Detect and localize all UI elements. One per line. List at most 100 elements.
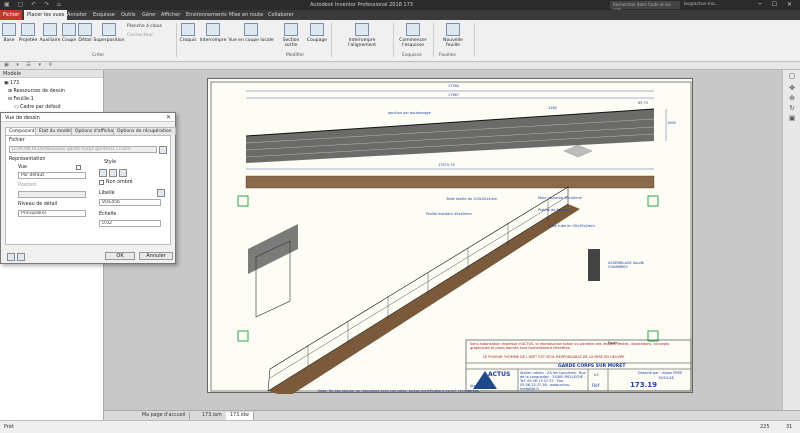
file-path-field[interactable]: D:\PLAN ACUS\Nouveau garde-corps gardes\… <box>9 146 157 153</box>
detail-view-icon <box>78 23 92 36</box>
look-at-icon[interactable]: ▣ <box>787 114 797 122</box>
company-address: Atelier urbain · ZA les Loncelets · Rue … <box>520 371 586 391</box>
annotation-text: Platine de fixation <box>538 208 570 212</box>
view-checkbox[interactable] <box>76 165 81 170</box>
break-alignment-icon <box>355 23 369 36</box>
poste-label: Poste : <box>608 341 620 345</box>
orbit-icon[interactable]: ↻ <box>787 104 797 112</box>
base-view-button[interactable]: Base <box>2 23 16 43</box>
annotation-text: Main courante 40x40mm <box>538 196 582 200</box>
search-input[interactable]: Rechercher dans l'aide et les com <box>610 1 680 12</box>
tab-options-recuperation[interactable]: Options de récupération <box>113 127 176 135</box>
break-button[interactable]: Interrompre <box>199 23 227 43</box>
tab-composant[interactable]: Composant <box>5 127 39 135</box>
tab-mise-en-route[interactable]: Mise en route <box>229 12 263 18</box>
annotation-text: jonction par boulonnage <box>388 111 431 115</box>
auxiliary-view-button[interactable]: Auxiliaire <box>39 23 61 43</box>
company-subtitle: Atelier métal <box>470 384 493 388</box>
dimension-text: 65,75 <box>638 101 649 105</box>
tab-gerer[interactable]: Gérer <box>142 12 156 18</box>
sketch-icon <box>181 23 195 36</box>
break-out-icon <box>244 23 258 36</box>
zoom-icon[interactable]: ⊕ <box>787 94 797 102</box>
window-controls[interactable]: ─ ☐ ✕ <box>758 1 796 8</box>
break-alignment-button[interactable]: Interrompre l'alignement <box>334 23 390 48</box>
group-modifier-label: Modifier <box>286 53 305 58</box>
tab-placer-vues[interactable]: Placer les vues <box>24 10 68 20</box>
document-tabs: Ma page d'accueil 173.iam 173.idw <box>104 410 800 420</box>
detail-view-button[interactable]: Détail <box>77 23 93 43</box>
tab-173-idw[interactable]: 173.idw <box>226 412 254 420</box>
sheet-format: A3 <box>594 373 599 377</box>
start-sketch-button[interactable]: Commencer l'esquisse <box>396 23 430 48</box>
browse-folder-icon[interactable] <box>159 146 167 154</box>
sketch-button[interactable]: Croquis <box>179 23 197 43</box>
new-sheet-button[interactable]: Nouvelle feuille <box>436 23 470 48</box>
detail-level-select[interactable]: Principal(e) <box>18 210 86 217</box>
ok-button[interactable]: OK <box>105 252 135 260</box>
tree-item-border[interactable]: ▭ Cadre par défaut <box>14 105 61 110</box>
group-feuilles-label: Feuilles <box>439 53 456 58</box>
dimension-text: 17667 <box>448 93 460 97</box>
panel-toolbar-icons[interactable]: ▣ ▾ ☰ ▾ ⚲ <box>4 62 55 68</box>
tree-label: Cadre par défaut <box>20 105 61 110</box>
tab-esquisse[interactable]: Esquisse <box>93 12 115 18</box>
dialog-title-text: Vue de dessin <box>5 115 40 121</box>
representation-label: Représentation <box>9 157 46 162</box>
view-select[interactable]: Par défaut <box>18 172 86 179</box>
tab-173-iam[interactable]: 173.iam <box>198 412 227 420</box>
tab-home[interactable]: Ma page d'accueil <box>138 412 191 420</box>
projected-view-button[interactable]: Projetée <box>18 23 38 43</box>
nailboard-button[interactable]: Planche à clous <box>127 24 162 29</box>
break-out-button[interactable]: Vue en coupe locale <box>227 23 275 43</box>
slice-button[interactable]: Section sortie <box>276 23 306 48</box>
crop-button[interactable]: Coupage <box>307 23 327 43</box>
close-icon[interactable]: ✕ <box>166 114 171 121</box>
tab-outils[interactable]: Outils <box>121 12 135 18</box>
tab-collaborer[interactable]: Collaborer <box>268 12 294 18</box>
quick-access-toolbar[interactable]: ▣ ▢ ↶ ↷ ⌂ <box>4 1 64 8</box>
non-shaded-checkbox[interactable] <box>99 180 104 185</box>
edit-label-icon[interactable] <box>157 189 165 197</box>
break-out-label: Vue en coupe locale <box>228 38 274 43</box>
overlay-view-button[interactable]: Superposition <box>93 23 125 43</box>
break-alignment-label: Interrompre l'alignement <box>348 38 376 48</box>
cancel-button[interactable]: Annuler <box>139 252 173 260</box>
disclaimer-text: LE POSEUR "HOMME DE L'ART" EST SEUL RESP… <box>483 355 625 359</box>
navigation-bar: ▢ ✥ ⊕ ↻ ▣ <box>782 70 800 410</box>
scale-select[interactable]: 0.02 <box>99 220 161 227</box>
tree-item-resources[interactable]: ⊞ Ressources de dessin <box>8 89 65 94</box>
options-icon[interactable] <box>17 253 25 261</box>
dialog-body: Fichier D:\PLAN ACUS\Nouveau garde-corps… <box>5 135 171 245</box>
position-select[interactable] <box>18 191 86 198</box>
annotation-text: Profile montant 40x40mm <box>426 212 472 216</box>
shaded-icon[interactable] <box>119 169 127 177</box>
tree-label: Ressources de dessin <box>13 89 65 94</box>
tree-item-root[interactable]: ▣ 173 <box>4 81 19 86</box>
crop-label: Coupage <box>307 38 327 43</box>
view-cube-icon[interactable]: ▢ <box>787 72 797 80</box>
new-sheet-label: Nouvelle feuille <box>443 38 463 48</box>
connector-button[interactable]: Connecteur <box>127 33 153 38</box>
ribbon-separator <box>433 23 434 57</box>
hidden-lines-removed-icon[interactable] <box>109 169 117 177</box>
crop-icon <box>310 23 324 36</box>
hidden-lines-icon[interactable] <box>99 169 107 177</box>
section-view-button[interactable]: Coupe <box>61 23 77 43</box>
user-account[interactable]: bs@actus-ma... <box>684 2 719 7</box>
tree-label: Feuille:1 <box>13 97 34 102</box>
pan-icon[interactable]: ✥ <box>787 84 797 92</box>
tab-environnements[interactable]: Environnements <box>186 12 227 18</box>
drawing-canvas[interactable]: 17760 17667 17670,74 1280 1900 65,75 jon… <box>104 70 782 410</box>
projected-view-label: Projetée <box>18 38 38 43</box>
dialog-title: Vue de dessin ✕ <box>1 113 175 122</box>
sketch-label: Croquis <box>179 38 197 43</box>
tree-item-sheet[interactable]: ⊟ Feuille:1 <box>8 97 34 102</box>
tab-annoter[interactable]: Annoter <box>67 12 87 18</box>
tab-afficher[interactable]: Afficher <box>161 12 180 18</box>
file-menu[interactable]: Fichier <box>0 10 22 20</box>
help-icon[interactable] <box>7 253 15 261</box>
drawing-sheet[interactable]: 17760 17667 17670,74 1280 1900 65,75 jon… <box>207 78 693 394</box>
drawing-date: 19/01/18 <box>658 376 674 380</box>
label-field[interactable]: VUE456 <box>99 199 161 206</box>
